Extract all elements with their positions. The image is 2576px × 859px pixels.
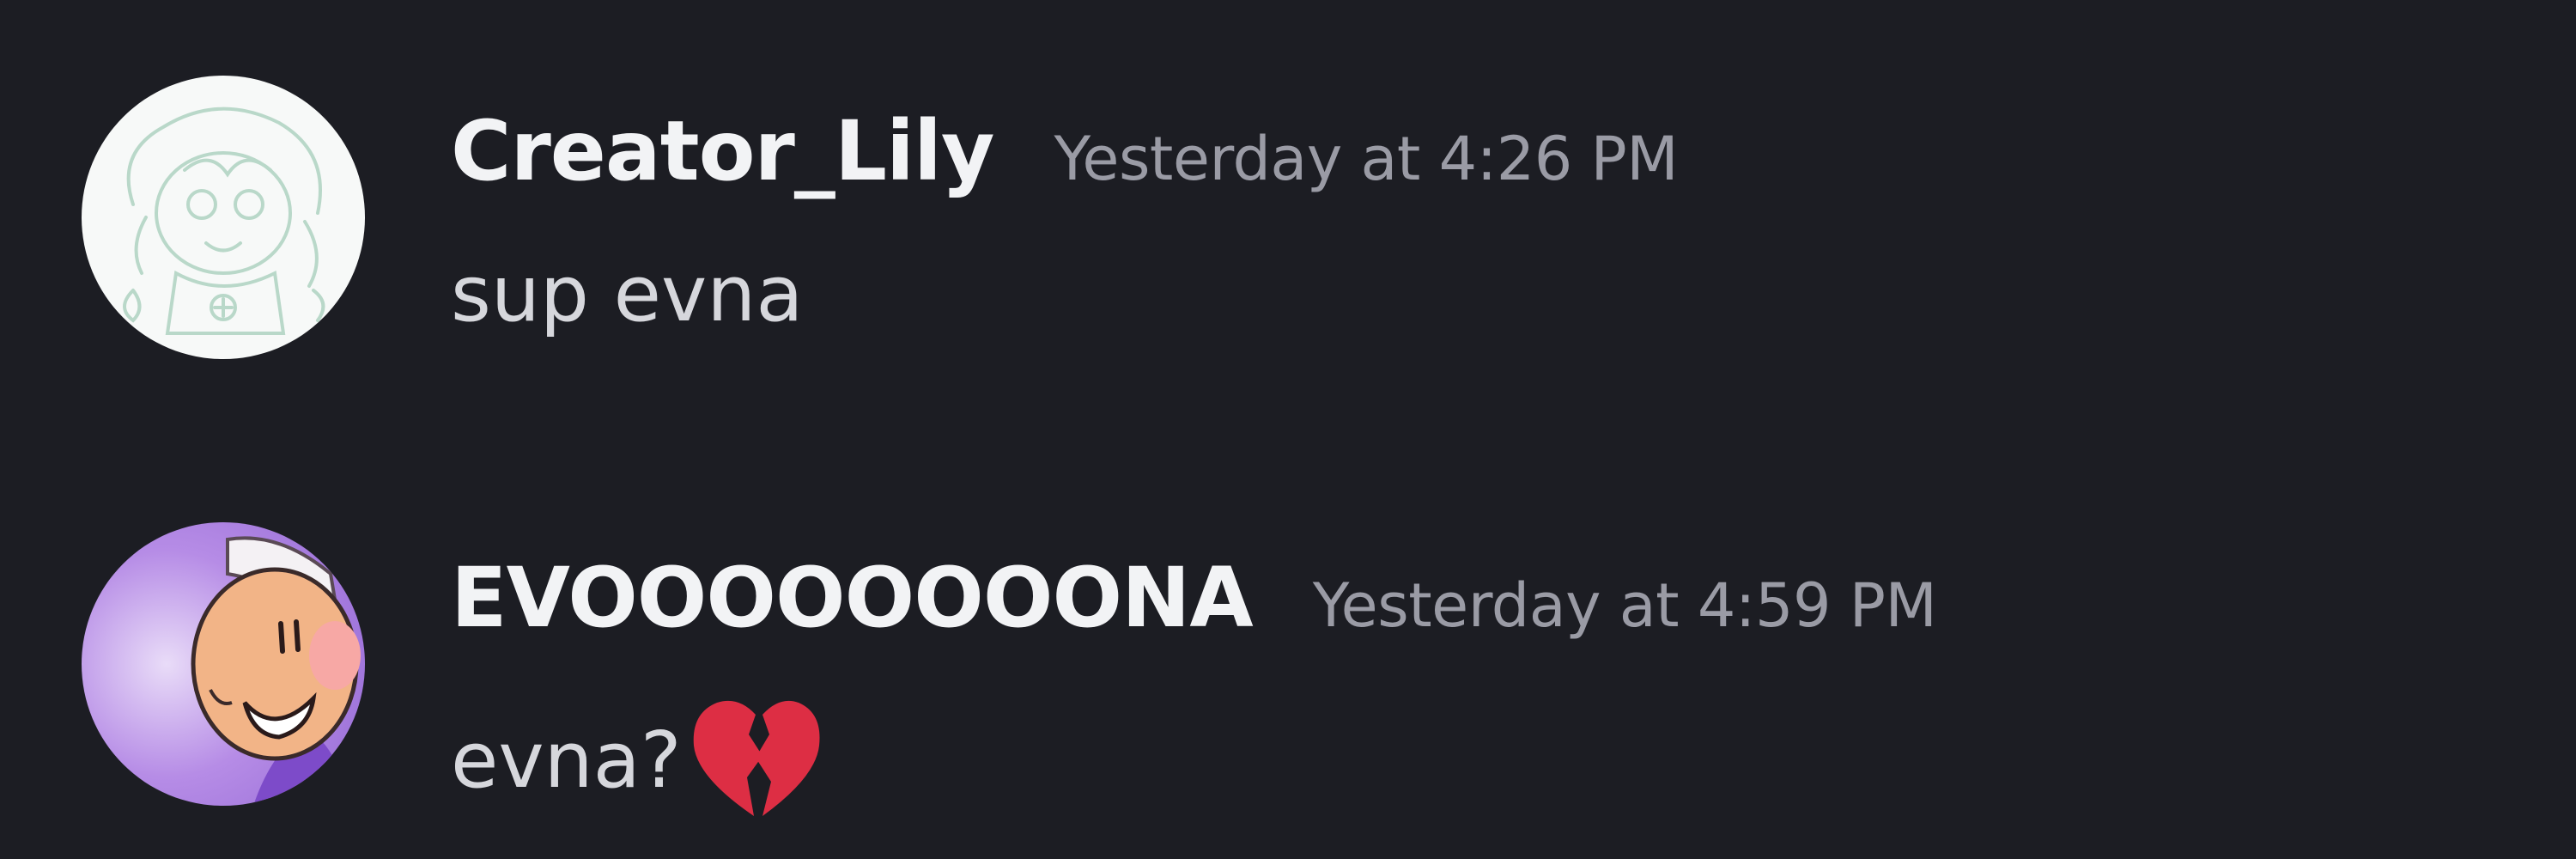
chat-log: Creator_Lily Yesterday at 4:26 PM sup ev… <box>0 0 2576 859</box>
timestamp: Yesterday at 4:59 PM <box>1312 570 1937 641</box>
message-content: evna? <box>451 696 824 825</box>
avatar-evoooooooona[interactable] <box>82 522 365 806</box>
message-content: sup evna <box>451 249 804 339</box>
message-text: sup evna <box>451 249 804 339</box>
avatar-creator-lily[interactable] <box>82 76 365 359</box>
username[interactable]: Creator_Lily <box>451 103 994 199</box>
message-text: evna? <box>451 715 682 806</box>
broken-heart-emoji-icon <box>687 696 824 825</box>
username[interactable]: EVOOOOOOOONA <box>451 550 1254 646</box>
message-header: EVOOOOOOOONA Yesterday at 4:59 PM <box>451 550 1937 646</box>
sketch-character-avatar-icon <box>82 76 365 359</box>
cartoon-character-avatar-icon <box>82 522 365 806</box>
timestamp: Yesterday at 4:26 PM <box>1054 124 1679 194</box>
message-header: Creator_Lily Yesterday at 4:26 PM <box>451 103 1679 199</box>
